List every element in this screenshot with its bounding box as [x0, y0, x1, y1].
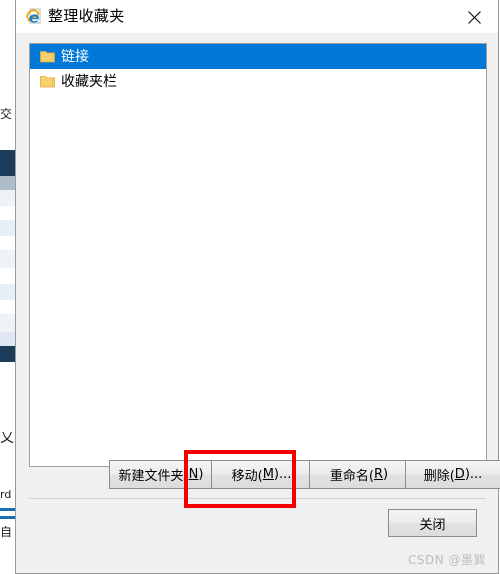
close-dialog-button-label: 关闭 — [419, 517, 446, 533]
list-item[interactable]: 链接 — [30, 44, 486, 69]
rename-button-label: 重命名( — [329, 469, 374, 484]
close-icon[interactable] — [453, 0, 498, 32]
background-row-1 — [0, 190, 16, 206]
background-row-3 — [0, 220, 16, 236]
delete-button[interactable]: 删除(D)... — [405, 460, 500, 489]
footer-separator — [29, 498, 486, 499]
background-gap-1 — [0, 126, 16, 150]
background-link-underline-1 — [0, 508, 16, 511]
background-row-6 — [0, 268, 16, 284]
background-row-9 — [0, 314, 16, 332]
close-dialog-button[interactable]: 关闭 — [388, 509, 477, 537]
rename-button[interactable]: 重命名(R) — [309, 460, 409, 489]
delete-button-label: 删除( — [423, 469, 455, 484]
watermark: CSDN @墨巽 — [407, 553, 486, 567]
move-button-accel: M — [262, 467, 274, 482]
favorites-listbox[interactable]: 链接 收藏夹栏 — [29, 43, 487, 467]
background-fragment-3: rd — [0, 488, 12, 501]
background-fragment-2: 又 — [0, 432, 14, 445]
background-fragment-4: 自 — [0, 526, 13, 539]
move-button-label: 移动( — [231, 469, 263, 484]
delete-button-suffix: )... — [464, 467, 483, 482]
background-row-4 — [0, 236, 16, 250]
background-link-underline-2 — [0, 516, 16, 519]
background-page: 交 又 rd 自 — [0, 0, 16, 574]
list-item-label: 链接 — [61, 48, 89, 65]
dialog-title: 整理收藏夹 — [48, 7, 125, 25]
internet-explorer-icon — [25, 8, 42, 25]
background-row-7 — [0, 284, 16, 300]
background-table-header — [0, 150, 16, 176]
background-strip-top — [0, 0, 16, 108]
background-fragment-1: 交 — [0, 108, 13, 121]
new-folder-button-suffix: ) — [198, 467, 204, 482]
background-row-5 — [0, 250, 16, 268]
new-folder-button-label: 新建文件夹( — [118, 469, 189, 484]
organize-favorites-dialog: 整理收藏夹 链接 收藏夹栏 新建文件夹(N) 移动(M)... 重命名(… — [15, 0, 500, 574]
background-gap-2 — [0, 362, 16, 432]
move-button[interactable]: 移动(M)... — [211, 460, 312, 489]
background-row-8 — [0, 300, 16, 314]
new-folder-button-accel: N — [188, 467, 199, 482]
rename-button-accel: R — [373, 467, 384, 482]
rename-button-suffix: ) — [383, 467, 389, 482]
new-folder-button[interactable]: 新建文件夹(N) — [109, 460, 213, 489]
dialog-titlebar: 整理收藏夹 — [16, 0, 498, 33]
background-table-footer — [0, 346, 16, 362]
background-row-10 — [0, 332, 16, 346]
background-table-subheader — [0, 176, 16, 190]
delete-button-accel: D — [454, 467, 465, 482]
folder-icon — [40, 50, 55, 63]
list-item[interactable]: 收藏夹栏 — [30, 69, 486, 94]
list-item-label: 收藏夹栏 — [61, 73, 117, 90]
screen: 交 又 rd 自 整理收藏夹 链接 收藏夹栏 新建文件夹(N) 移动(M … — [0, 0, 500, 574]
move-button-suffix: )... — [273, 467, 292, 482]
folder-icon — [40, 75, 55, 88]
background-row-2 — [0, 206, 16, 220]
